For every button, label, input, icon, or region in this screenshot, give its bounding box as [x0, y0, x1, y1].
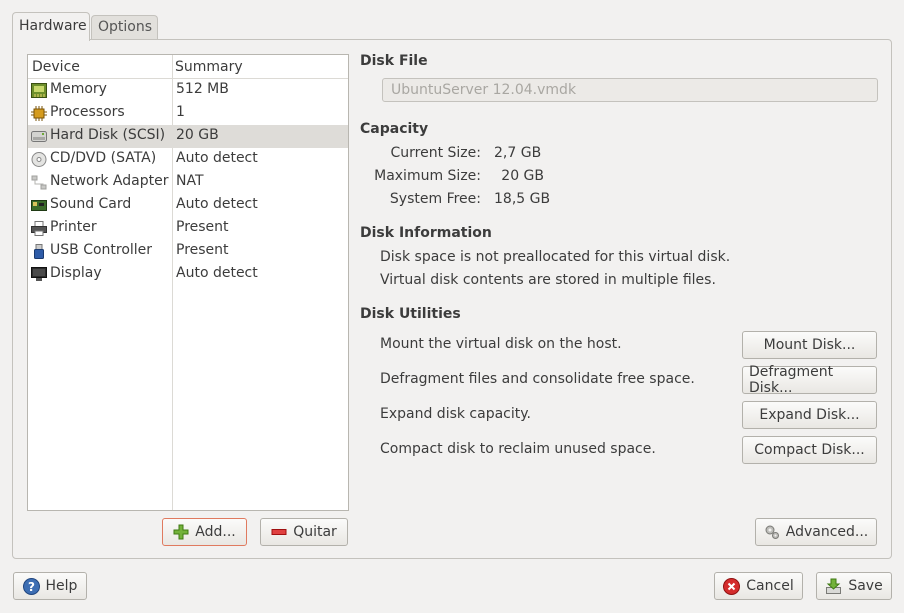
- device-summary: NAT: [176, 173, 204, 189]
- expand-disk-label: Expand Disk...: [759, 407, 860, 423]
- advanced-label: Advanced...: [785, 524, 869, 540]
- max-size-value: 20 GB: [501, 168, 544, 184]
- device-summary: 1: [176, 104, 185, 120]
- hardware-panel: Device Summary Memory 512 MB Processors …: [12, 39, 892, 559]
- system-free-label: System Free:: [389, 191, 481, 207]
- device-list-header: Device Summary: [28, 55, 348, 79]
- processor-icon: [31, 106, 47, 121]
- device-row-cd-dvd[interactable]: CD/DVD (SATA) Auto detect: [28, 148, 348, 171]
- current-size-label: Current Size:: [390, 145, 482, 161]
- gears-icon: [765, 525, 779, 539]
- device-row-processors[interactable]: Processors 1: [28, 102, 348, 125]
- device-row-display[interactable]: Display Auto detect: [28, 263, 348, 286]
- device-name: Hard Disk (SCSI): [50, 127, 166, 143]
- device-row-sound-card[interactable]: Sound Card Auto detect: [28, 194, 348, 217]
- device-row-network-adapter[interactable]: Network Adapter NAT: [28, 171, 348, 194]
- disk-file-title: Disk File: [360, 53, 428, 69]
- device-summary: Present: [176, 242, 229, 258]
- device-summary: 20 GB: [176, 127, 219, 143]
- defragment-description: Defragment files and consolidate free sp…: [380, 371, 695, 387]
- device-row-hard-disk[interactable]: Hard Disk (SCSI) 20 GB: [28, 125, 348, 148]
- device-summary: Auto detect: [176, 265, 258, 281]
- expand-description: Expand disk capacity.: [380, 406, 531, 422]
- tab-options[interactable]: Options: [91, 15, 158, 40]
- compact-description: Compact disk to reclaim unused space.: [380, 441, 656, 457]
- display-icon: [31, 267, 47, 281]
- defragment-disk-label: Defragment Disk...: [749, 364, 834, 396]
- device-summary: Auto detect: [176, 196, 258, 212]
- expand-disk-button[interactable]: Expand Disk...: [742, 401, 877, 429]
- mount-disk-label: Mount Disk...: [763, 337, 856, 353]
- device-name: Printer: [50, 219, 97, 235]
- mount-description: Mount the virtual disk on the host.: [380, 336, 622, 352]
- device-row-memory[interactable]: Memory 512 MB: [28, 79, 348, 102]
- device-name: CD/DVD (SATA): [50, 150, 157, 166]
- minus-icon: [271, 529, 287, 535]
- device-name: Display: [50, 265, 102, 281]
- disk-info-line-1: Disk space is not preallocated for this …: [380, 249, 731, 265]
- network-adapter-icon: [31, 175, 47, 190]
- device-row-printer[interactable]: Printer Present: [28, 217, 348, 240]
- disk-utilities-title: Disk Utilities: [360, 306, 461, 322]
- disk-info-title: Disk Information: [360, 225, 492, 241]
- hard-disk-icon: [31, 131, 47, 142]
- max-size-label: Maximum Size:: [374, 168, 481, 184]
- save-label: Save: [848, 578, 883, 594]
- help-label: Help: [45, 578, 78, 594]
- device-name: Sound Card: [50, 196, 132, 212]
- cancel-icon: [723, 577, 741, 595]
- add-device-button[interactable]: Add...: [162, 518, 247, 546]
- memory-icon: [31, 83, 47, 98]
- disk-info-line-2: Virtual disk contents are stored in mult…: [380, 272, 716, 288]
- plus-icon: [173, 524, 189, 540]
- device-row-usb-controller[interactable]: USB Controller Present: [28, 240, 348, 263]
- device-summary: Auto detect: [176, 150, 258, 166]
- column-header-device[interactable]: Device: [32, 59, 80, 75]
- usb-icon: [34, 244, 44, 259]
- system-free-value: 18,5 GB: [494, 191, 551, 207]
- save-button[interactable]: Save: [816, 572, 892, 600]
- device-summary: 512 MB: [176, 81, 229, 97]
- compact-disk-label: Compact Disk...: [754, 442, 865, 458]
- device-name: USB Controller: [50, 242, 153, 258]
- cancel-label: Cancel: [746, 578, 794, 594]
- add-device-label: Add...: [195, 524, 236, 540]
- remove-device-button[interactable]: Quitar: [260, 518, 348, 546]
- cd-dvd-icon: [31, 152, 47, 167]
- tab-hardware[interactable]: Hardware: [12, 12, 90, 41]
- device-summary: Present: [176, 219, 229, 235]
- save-icon: [826, 578, 842, 594]
- compact-disk-button[interactable]: Compact Disk...: [742, 436, 877, 464]
- svg-text:?: ?: [28, 580, 35, 594]
- device-name: Memory: [50, 81, 107, 97]
- disk-file-field: UbuntuServer 12.04.vmdk: [382, 78, 878, 102]
- capacity-title: Capacity: [360, 121, 429, 137]
- device-name: Processors: [50, 104, 125, 120]
- printer-icon: [31, 221, 47, 236]
- device-list[interactable]: Device Summary Memory 512 MB Processors …: [27, 54, 349, 511]
- defragment-disk-button[interactable]: Defragment Disk...: [742, 364, 877, 396]
- mount-disk-button[interactable]: Mount Disk...: [742, 331, 877, 359]
- current-size-value: 2,7 GB: [494, 145, 542, 161]
- remove-device-label: Quitar: [293, 524, 337, 540]
- sound-card-icon: [31, 200, 47, 211]
- help-icon: ?: [22, 577, 40, 595]
- advanced-button[interactable]: Advanced...: [755, 518, 877, 546]
- cancel-button[interactable]: Cancel: [714, 572, 803, 600]
- device-name: Network Adapter: [50, 173, 169, 189]
- help-button[interactable]: ? Help: [13, 572, 87, 600]
- column-header-summary[interactable]: Summary: [175, 59, 243, 75]
